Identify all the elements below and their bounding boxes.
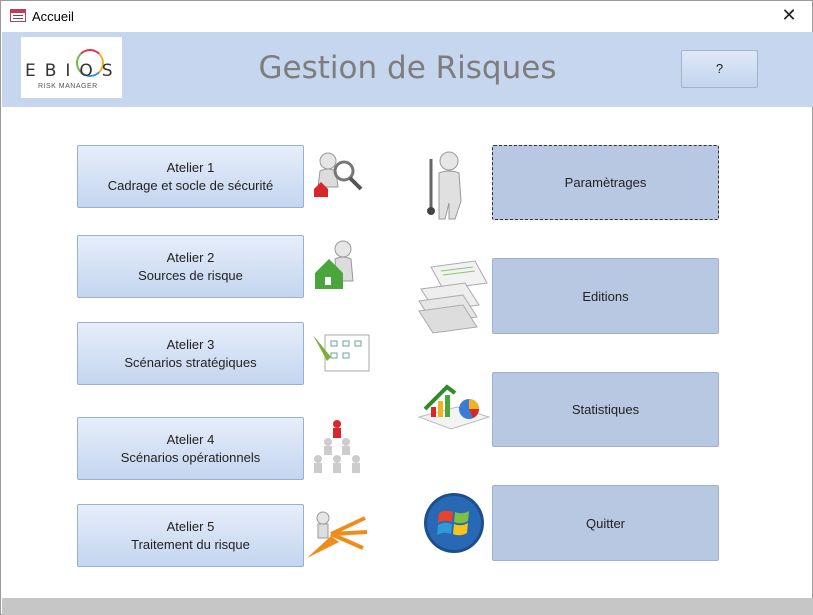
- pen-checklist-icon: [313, 334, 370, 372]
- atelier-1-subtitle: Cadrage et socle de sécurité: [107, 177, 274, 193]
- editions-label: Editions: [582, 288, 629, 304]
- person-tools-icon: [427, 151, 462, 220]
- atelier-3-button[interactable]: Atelier 3 Scénarios stratégiques: [77, 322, 304, 385]
- atelier-4-subtitle: Scénarios opérationnels: [120, 449, 261, 465]
- form-icon: [10, 9, 26, 22]
- status-bar: [2, 598, 813, 615]
- atelier-3-title: Atelier 3: [166, 336, 215, 352]
- statistiques-button[interactable]: Statistiques: [492, 372, 719, 447]
- paper-stack-icon: [418, 260, 488, 334]
- quitter-button[interactable]: Quitter: [492, 485, 719, 561]
- title-bar: Accueil ✕: [1, 1, 812, 32]
- atelier-1-button[interactable]: Atelier 1 Cadrage et socle de sécurité: [77, 145, 304, 208]
- help-button[interactable]: ?: [681, 50, 758, 88]
- atelier-5-title: Atelier 5: [166, 518, 215, 534]
- app-window: Accueil ✕ EBIOS RISK MANAGER Gestion de …: [0, 0, 813, 615]
- people-pyramid-icon: [314, 420, 360, 473]
- windows-logo-icon: [424, 493, 484, 553]
- person-house-icon: [315, 240, 354, 289]
- person-magnifier-house-icon: [314, 152, 363, 197]
- person-arrows-icon: [307, 511, 368, 558]
- editions-button[interactable]: Editions: [492, 258, 719, 334]
- atelier-2-title: Atelier 2: [166, 249, 215, 265]
- atelier-4-title: Atelier 4: [166, 431, 215, 447]
- parametrages-label: Paramètrages: [564, 175, 647, 190]
- atelier-2-subtitle: Sources de risque: [138, 267, 243, 283]
- atelier-3-subtitle: Scénarios stratégiques: [124, 354, 257, 370]
- atelier-1-title: Atelier 1: [166, 159, 215, 175]
- atelier-5-subtitle: Traitement du risque: [131, 536, 250, 552]
- charts-icon: [417, 384, 491, 430]
- atelier-4-button[interactable]: Atelier 4 Scénarios opérationnels: [77, 417, 304, 480]
- atelier-2-button[interactable]: Atelier 2 Sources de risque: [77, 235, 304, 298]
- atelier-5-button[interactable]: Atelier 5 Traitement du risque: [77, 504, 304, 567]
- statistiques-label: Statistiques: [571, 402, 640, 417]
- close-button[interactable]: ✕: [766, 1, 812, 32]
- header-banner: EBIOS RISK MANAGER Gestion de Risques ?: [2, 32, 813, 107]
- window-title: Accueil: [32, 9, 74, 24]
- quitter-label: Quitter: [585, 515, 625, 531]
- parametrages-button[interactable]: Paramètrages: [492, 145, 719, 220]
